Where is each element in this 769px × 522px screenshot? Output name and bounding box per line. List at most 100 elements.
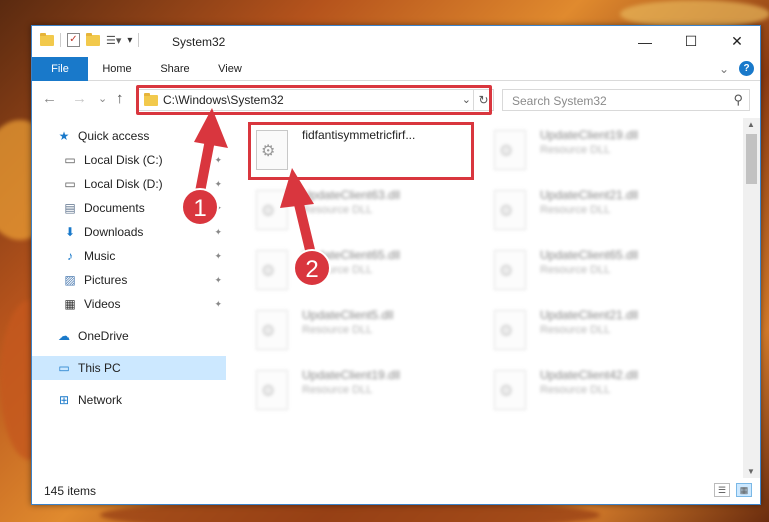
pin-icon: ✦ xyxy=(214,154,222,165)
status-bar: 145 items ☰ ▦ xyxy=(32,478,760,504)
file-type: Resource DLL xyxy=(540,264,611,276)
navigation-bar: ← → ⌄ ↑ C:\Windows\System32 ⌄ ↻ Search S… xyxy=(32,82,760,116)
sidebar-item-network[interactable]: ⊞ Network xyxy=(32,388,226,412)
minimize-button[interactable]: — xyxy=(622,26,668,57)
file-type: Resource DLL xyxy=(540,384,611,396)
cloud-icon: ☁ xyxy=(58,329,70,343)
file-highlight-box xyxy=(248,122,474,180)
sidebar-item-label: Documents xyxy=(84,201,145,215)
toolbar-dropdown-icon[interactable]: ▾ xyxy=(127,35,132,46)
file-item[interactable]: ⚙ UpdateClient21.dll Resource DLL xyxy=(466,182,696,238)
file-name: UpdateClient19.dll xyxy=(302,368,401,382)
sidebar-item-music[interactable]: ♪ Music ✦ xyxy=(32,244,226,268)
search-icon[interactable]: ⚲ xyxy=(733,92,743,108)
scroll-down-icon[interactable]: ▼ xyxy=(747,467,755,476)
dll-file-icon: ⚙ xyxy=(494,130,526,170)
sidebar-item-label: Pictures xyxy=(84,273,128,287)
gear-icon: ⚙ xyxy=(261,203,276,220)
search-input[interactable]: Search System32 xyxy=(512,94,607,108)
vertical-scrollbar[interactable]: ▲ ▼ xyxy=(743,118,760,478)
pin-icon: ✦ xyxy=(214,274,222,285)
scrollbar-thumb[interactable] xyxy=(746,134,757,184)
forward-arrow-icon[interactable]: → xyxy=(72,90,87,107)
file-list: ⚙ fidfantisymmetricfirf... ⚙ UpdateClien… xyxy=(228,118,742,478)
sidebar-item-label: Videos xyxy=(84,297,121,311)
file-name: UpdateClient65.dll xyxy=(540,248,639,262)
tiles-view-icon[interactable]: ▦ xyxy=(736,483,752,497)
file-type: Resource DLL xyxy=(302,384,373,396)
new-folder-icon[interactable] xyxy=(86,32,100,46)
gear-icon: ⚙ xyxy=(261,323,276,340)
dll-file-icon: ⚙ xyxy=(494,370,526,410)
sidebar-item-onedrive[interactable]: ☁ OneDrive xyxy=(32,324,226,348)
view-toggle: ☰ ▦ xyxy=(714,483,752,497)
recent-locations-icon[interactable]: ⌄ xyxy=(98,92,107,105)
sidebar-item-videos[interactable]: ▦ Videos ✦ xyxy=(32,292,226,316)
gear-icon: ⚙ xyxy=(499,203,514,220)
window-title: System32 xyxy=(172,35,226,49)
toolbar-separator xyxy=(138,33,140,47)
file-item[interactable]: ⚙ UpdateClient19.dll Resource DLL xyxy=(466,122,696,178)
customize-toolbar-icon[interactable]: ☰▾ xyxy=(106,34,121,47)
video-icon: ▦ xyxy=(64,297,76,311)
sidebar-item-label: Local Disk (D:) xyxy=(84,177,163,191)
toolbar-separator xyxy=(60,33,61,47)
dll-file-icon: ⚙ xyxy=(256,310,288,350)
file-item[interactable]: ⚙ UpdateClient65.dll Resource DLL xyxy=(228,242,458,298)
dll-file-icon: ⚙ xyxy=(494,310,526,350)
sidebar-item-local-disk-d[interactable]: ▭ Local Disk (D:) ✦ xyxy=(32,172,226,196)
drive-icon: ▭ xyxy=(64,177,76,191)
file-explorer-window: ✓ ☰▾ ▾ System32 — ☐ ✕ File Home Share Vi… xyxy=(31,25,761,505)
file-type: Resource DLL xyxy=(540,324,611,336)
file-type: Resource DLL xyxy=(540,144,611,156)
navigation-pane: ★ Quick access ▭ Local Disk (C:) ✦ ▭ Loc… xyxy=(32,118,226,478)
file-item[interactable]: ⚙ UpdateClient5.dll Resource DLL xyxy=(228,302,458,358)
file-name: UpdateClient5.dll xyxy=(302,308,394,322)
file-item[interactable]: ⚙ UpdateClient21.dll Resource DLL xyxy=(466,302,696,358)
file-item[interactable]: ⚙ UpdateClient63.dll Resource DLL xyxy=(228,182,458,238)
properties-icon[interactable]: ✓ xyxy=(67,33,80,47)
document-icon: ▤ xyxy=(64,201,76,215)
file-name: UpdateClient42.dll xyxy=(540,368,639,382)
sidebar-item-pictures[interactable]: ▨ Pictures ✦ xyxy=(32,268,226,292)
file-item[interactable]: ⚙ UpdateClient65.dll Resource DLL xyxy=(466,242,696,298)
scroll-up-icon[interactable]: ▲ xyxy=(747,120,755,129)
back-arrow-icon[interactable]: ← xyxy=(42,90,57,107)
item-count: 145 items xyxy=(44,484,97,498)
close-button[interactable]: ✕ xyxy=(714,26,760,57)
gear-icon: ⚙ xyxy=(499,263,514,280)
sidebar-item-downloads[interactable]: ⬇ Downloads ✦ xyxy=(32,220,226,244)
sidebar-item-this-pc[interactable]: ▭ This PC xyxy=(32,356,226,380)
sidebar-item-local-disk-c[interactable]: ▭ Local Disk (C:) ✦ xyxy=(32,148,226,172)
ribbon-collapse-icon[interactable]: ⌄ xyxy=(719,62,729,76)
details-view-icon[interactable]: ☰ xyxy=(714,483,730,497)
file-name: UpdateClient19.dll xyxy=(540,128,639,142)
file-type: Resource DLL xyxy=(302,204,373,216)
computer-icon: ▭ xyxy=(58,361,70,375)
file-name: UpdateClient21.dll xyxy=(540,308,639,322)
tab-view[interactable]: View xyxy=(208,57,252,81)
maximize-button[interactable]: ☐ xyxy=(668,26,714,57)
tab-home[interactable]: Home xyxy=(92,57,142,81)
ribbon-tabs: File Home Share View ⌄ ? xyxy=(32,57,760,81)
up-arrow-icon[interactable]: ↑ xyxy=(116,90,124,107)
file-item[interactable]: ⚙ UpdateClient19.dll Resource DLL xyxy=(228,362,458,418)
help-icon[interactable]: ? xyxy=(739,61,754,76)
search-box[interactable]: Search System32 ⚲ xyxy=(502,89,750,111)
file-item[interactable]: ⚙ UpdateClient42.dll Resource DLL xyxy=(466,362,696,418)
sidebar-item-label: Network xyxy=(78,393,123,407)
tab-file[interactable]: File xyxy=(32,57,88,81)
background-leaves xyxy=(620,0,769,28)
sidebar-item-documents[interactable]: ▤ Documents ✦ xyxy=(32,196,226,220)
gear-icon: ⚙ xyxy=(261,263,276,280)
sidebar-item-quick-access[interactable]: ★ Quick access xyxy=(32,124,226,148)
dll-file-icon: ⚙ xyxy=(256,190,288,230)
pictures-icon: ▨ xyxy=(64,273,76,287)
tab-share[interactable]: Share xyxy=(150,57,200,81)
sidebar-item-label: Local Disk (C:) xyxy=(84,153,163,167)
file-type: Resource DLL xyxy=(540,204,611,216)
file-type: Resource DLL xyxy=(302,264,373,276)
folder-icon xyxy=(40,32,54,46)
music-icon: ♪ xyxy=(67,249,73,263)
gear-icon: ⚙ xyxy=(499,383,514,400)
